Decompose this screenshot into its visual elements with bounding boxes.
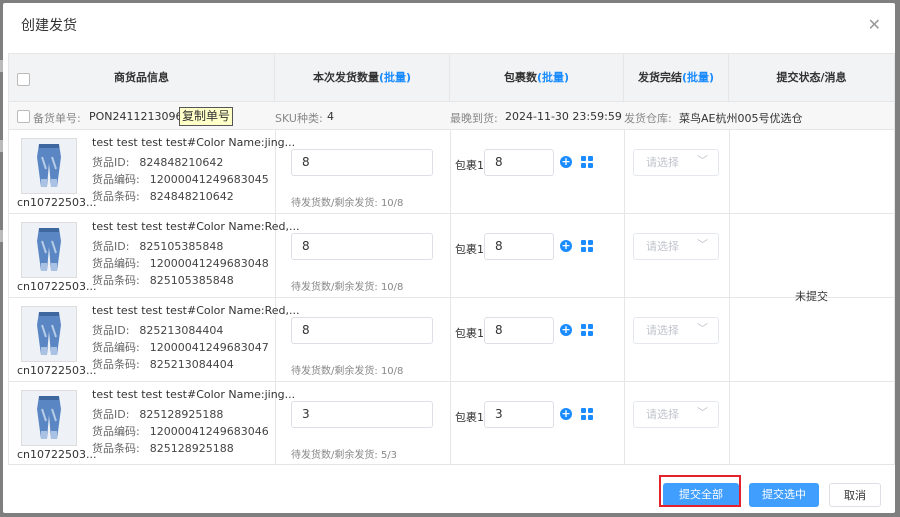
product-name: test test test test#Color Name:jing... (92, 388, 296, 401)
package-qty-input[interactable]: 3 (484, 401, 554, 428)
goods-id: 货品ID: 824848210642 (92, 156, 224, 169)
jeans-image (22, 139, 76, 193)
product-thumbnail (21, 306, 77, 362)
product-name: test test test test#Color Name:Red,... (92, 220, 300, 233)
goods-barcode: 货品条码: 825128925188 (92, 442, 234, 455)
chevron-down-icon: ﹀ (697, 406, 708, 419)
sku-code: cn10722503... (17, 196, 97, 209)
goods-id: 货品ID: 825213084404 (92, 324, 224, 337)
product-thumbnail (21, 138, 77, 194)
chevron-down-icon: ﹀ (697, 154, 708, 167)
chevron-down-icon: ﹀ (697, 322, 708, 335)
submit-status-text: 未提交 (795, 290, 828, 303)
package-label: 包裹1 (455, 327, 484, 340)
goods-id: 货品ID: 825105385848 (92, 240, 224, 253)
add-package-icon[interactable]: + (560, 240, 572, 252)
create-shipment-dialog: 创建发货 ✕ 商货品信息 本次发货数量(批量) 包裹数(批量) 发货完结(批量)… (3, 3, 895, 513)
product-name: test test test test#Color Name:jing... (92, 136, 296, 149)
goods-code: 货品编码: 12000041249683047 (92, 341, 269, 354)
ship-done-select[interactable]: 请选择 ﹀ (633, 149, 719, 176)
dialog-title: 创建发货 (21, 18, 77, 34)
jeans-image (22, 307, 76, 361)
goods-barcode: 货品条码: 824848210642 (92, 190, 234, 203)
close-icon[interactable]: ✕ (868, 15, 881, 34)
grid-icon[interactable] (581, 324, 593, 336)
sku-count-label: SKU种类: (275, 112, 323, 125)
ship-qty-input[interactable]: 8 (291, 233, 433, 260)
package-label: 包裹1 (455, 243, 484, 256)
highlight-frame (659, 475, 741, 507)
jeans-image (22, 391, 76, 445)
copy-order-no-button[interactable]: 复制单号 (179, 107, 234, 126)
batch-package-link[interactable]: (批量) (537, 71, 569, 84)
sku-count-value: 4 (327, 110, 334, 123)
order-no-label: 备货单号: (33, 112, 81, 125)
ship-qty-input[interactable]: 3 (291, 401, 433, 428)
ship-done-select[interactable]: 请选择 ﹀ (633, 233, 719, 260)
warehouse-label: 发货仓库: (624, 112, 672, 125)
order-info-bar: 备货单号: PON24112130962 复制单号 SKU种类: 4 最晚到货:… (9, 102, 894, 130)
ship-done-select[interactable]: 请选择 ﹀ (633, 317, 719, 344)
goods-code: 货品编码: 12000041249683046 (92, 425, 269, 438)
add-package-icon[interactable]: + (560, 408, 572, 420)
package-label: 包裹1 (455, 411, 484, 424)
add-package-icon[interactable]: + (560, 156, 572, 168)
package-qty-input[interactable]: 8 (484, 149, 554, 176)
pending-remaining: 待发货数/剩余发货: 10/8 (291, 198, 404, 209)
cancel-button[interactable]: 取消 (829, 483, 881, 507)
grid-icon[interactable] (581, 240, 593, 252)
pending-remaining: 待发货数/剩余发货: 10/8 (291, 282, 404, 293)
header-product-info: 商货品信息 (9, 54, 275, 101)
table-header: 商货品信息 本次发货数量(批量) 包裹数(批量) 发货完结(批量) 提交状态/消… (9, 54, 894, 102)
package-qty-input[interactable]: 8 (484, 317, 554, 344)
add-package-icon[interactable]: + (560, 324, 572, 336)
sku-code: cn10722503... (17, 280, 97, 293)
sku-code: cn10722503... (17, 448, 97, 461)
deadline-label: 最晚到货: (450, 112, 498, 125)
deadline-value: 2024-11-30 23:59:59 (505, 110, 622, 123)
goods-code: 货品编码: 12000041249683045 (92, 173, 269, 186)
sku-code: cn10722503... (17, 364, 97, 377)
batch-ship-done-link[interactable]: (批量) (682, 71, 714, 84)
pending-remaining: 待发货数/剩余发货: 10/8 (291, 366, 404, 377)
goods-barcode: 货品条码: 825213084404 (92, 358, 234, 371)
chevron-down-icon: ﹀ (697, 238, 708, 251)
package-qty-input[interactable]: 8 (484, 233, 554, 260)
ship-qty-input[interactable]: 8 (291, 149, 433, 176)
header-ship-done: 发货完结(批量) (624, 54, 729, 101)
submit-selected-button[interactable]: 提交选中 (749, 483, 819, 507)
header-package-count: 包裹数(批量) (450, 54, 624, 101)
ship-done-select[interactable]: 请选择 ﹀ (633, 401, 719, 428)
product-thumbnail (21, 222, 77, 278)
goods-barcode: 货品条码: 825105385848 (92, 274, 234, 287)
ship-qty-input[interactable]: 8 (291, 317, 433, 344)
package-label: 包裹1 (455, 159, 484, 172)
warehouse-value: 菜鸟AE杭州005号优选仓 (679, 112, 803, 125)
pending-remaining: 待发货数/剩余发货: 5/3 (291, 450, 398, 461)
order-checkbox[interactable] (17, 110, 30, 123)
header-submit-status: 提交状态/消息 (776, 71, 847, 84)
product-thumbnail (21, 390, 77, 446)
grid-icon[interactable] (581, 156, 593, 168)
order-no-value: PON24112130962 (89, 110, 190, 123)
grid-icon[interactable] (581, 408, 593, 420)
shipment-table: 商货品信息 本次发货数量(批量) 包裹数(批量) 发货完结(批量) 提交状态/消… (8, 53, 895, 465)
header-ship-qty: 本次发货数量(批量) (275, 54, 450, 101)
goods-id: 货品ID: 825128925188 (92, 408, 224, 421)
goods-code: 货品编码: 12000041249683048 (92, 257, 269, 270)
product-name: test test test test#Color Name:Red,... (92, 304, 300, 317)
jeans-image (22, 223, 76, 277)
batch-ship-qty-link[interactable]: (批量) (379, 71, 411, 84)
